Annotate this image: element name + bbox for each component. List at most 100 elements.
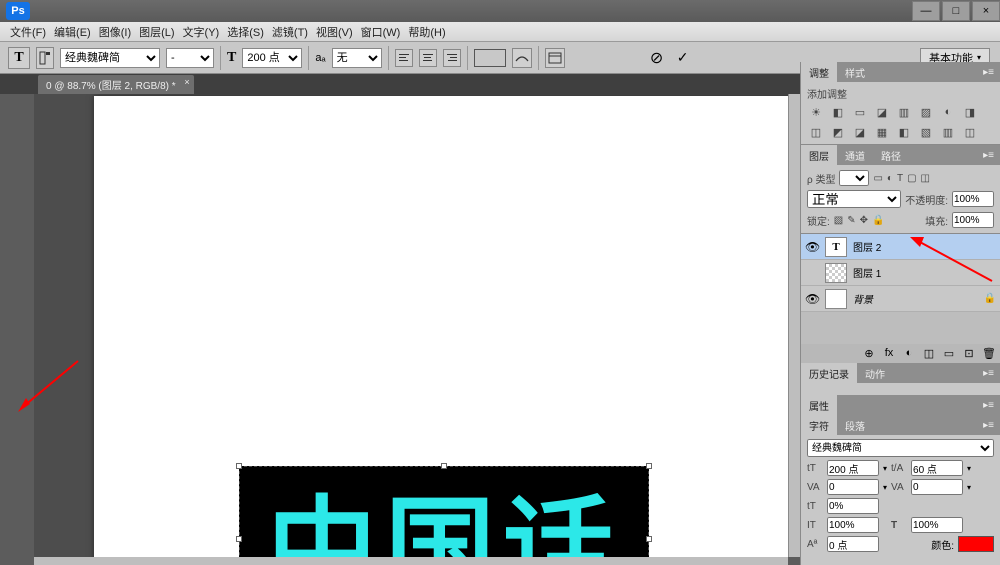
adj-curves[interactable]: ▭ (851, 104, 869, 120)
lock-all-icon[interactable]: 🔒 (872, 215, 884, 226)
panel-menu-icon[interactable]: ▸≡ (977, 150, 1000, 161)
adj-exposure[interactable]: ◪ (873, 104, 891, 120)
adj-lookup[interactable]: ◪ (851, 124, 869, 140)
layer-row[interactable]: 图层 1 (801, 260, 1000, 286)
scrollbar-horizontal[interactable] (34, 557, 788, 565)
tool-indicator[interactable]: T (8, 47, 30, 69)
font-size-select[interactable]: 200 点 (242, 48, 302, 68)
adj-invert[interactable]: ▦ (873, 124, 891, 140)
tab-layers[interactable]: 图层 (801, 145, 837, 166)
chevron-down-icon[interactable]: ▾ (967, 464, 971, 473)
panel-menu-icon[interactable]: ▸≡ (977, 67, 1000, 78)
tab-actions[interactable]: 动作 (857, 363, 893, 384)
chevron-down-icon[interactable]: ▾ (883, 483, 887, 492)
char-hscale-input[interactable] (911, 517, 963, 533)
layers-empty-area[interactable] (801, 312, 1000, 344)
adj-bw[interactable]: ◨ (961, 104, 979, 120)
blend-mode-select[interactable]: 正常 (807, 190, 901, 208)
handle-mid-left[interactable] (236, 536, 242, 542)
tab-styles[interactable]: 样式 (837, 62, 873, 83)
menu-select[interactable]: 选择(S) (227, 24, 264, 40)
close-button[interactable]: × (972, 1, 1000, 21)
tab-channels[interactable]: 通道 (837, 145, 873, 166)
new-fill-icon[interactable]: ◫ (922, 347, 936, 360)
layer-name[interactable]: 背景 (853, 291, 873, 306)
menu-image[interactable]: 图像(I) (99, 24, 131, 40)
align-center-button[interactable] (419, 49, 437, 67)
font-style-select[interactable]: - (166, 48, 214, 68)
layer-row[interactable]: 👁 背景 🔒 (801, 286, 1000, 312)
panel-menu-icon[interactable]: ▸≡ (977, 368, 1000, 379)
menu-type[interactable]: 文字(Y) (183, 24, 220, 40)
adj-brightness[interactable]: ☀ (807, 104, 825, 120)
character-panel-button[interactable] (545, 48, 565, 68)
align-right-button[interactable] (443, 49, 461, 67)
handle-top-mid[interactable] (441, 463, 447, 469)
font-family-select[interactable]: 经典魏碑简 (60, 48, 160, 68)
tab-adjustments[interactable]: 调整 (801, 62, 837, 83)
cancel-edits-button[interactable]: ⊘ (647, 48, 667, 68)
canvas-viewport[interactable]: 中国话 (34, 94, 788, 557)
char-baseline-input[interactable] (827, 536, 879, 552)
minimize-button[interactable]: — (912, 1, 940, 21)
new-layer-icon[interactable]: ⊡ (962, 347, 976, 360)
opacity-input[interactable] (952, 191, 994, 207)
layer-row[interactable]: 👁 T 图层 2 (801, 234, 1000, 260)
canvas[interactable]: 中国话 (94, 96, 788, 557)
layer-fx-icon[interactable]: fx (882, 347, 896, 360)
menu-layer[interactable]: 图层(L) (139, 24, 174, 40)
tab-paragraph[interactable]: 段落 (837, 415, 873, 436)
document-tab[interactable]: 0 @ 88.7% (图层 2, RGB/8) * × (38, 75, 194, 94)
lock-pos-icon[interactable]: ✥ (860, 215, 868, 226)
filter-adjust-icon[interactable]: ◐ (887, 173, 893, 184)
layer-name[interactable]: 图层 2 (853, 239, 881, 254)
fill-input[interactable] (952, 212, 994, 228)
layer-name[interactable]: 图层 1 (853, 265, 881, 280)
align-left-button[interactable] (395, 49, 413, 67)
panel-menu-icon[interactable]: ▸≡ (977, 400, 1000, 411)
antialias-select[interactable]: 无 (332, 48, 382, 68)
delete-layer-icon[interactable]: 🗑 (982, 347, 996, 360)
filter-kind-select[interactable] (839, 170, 869, 186)
filter-smart-icon[interactable]: ◫ (921, 173, 930, 184)
char-font-family[interactable]: 经典魏碑简 (807, 439, 994, 457)
visibility-icon[interactable]: 👁 (805, 292, 819, 306)
adj-mixer[interactable]: ◩ (829, 124, 847, 140)
adj-selcolor[interactable]: ◫ (961, 124, 979, 140)
filter-shape-icon[interactable]: ▢ (907, 173, 916, 184)
chevron-down-icon[interactable]: ▾ (967, 483, 971, 492)
filter-type-icon[interactable]: T (897, 173, 903, 184)
char-vscale-input[interactable] (827, 517, 879, 533)
filter-pixel-icon[interactable]: ▭ (873, 173, 882, 184)
adj-hue[interactable]: ▨ (917, 104, 935, 120)
handle-top-left[interactable] (236, 463, 242, 469)
tab-paths[interactable]: 路径 (873, 145, 909, 166)
char-leading-input[interactable] (911, 460, 963, 476)
add-mask-icon[interactable]: ◐ (902, 347, 916, 360)
handle-top-right[interactable] (646, 463, 652, 469)
adj-thresh[interactable]: ▧ (917, 124, 935, 140)
visibility-icon[interactable]: 👁 (805, 240, 819, 254)
adj-gradmap[interactable]: ▥ (939, 124, 957, 140)
text-orientation-button[interactable] (36, 47, 54, 69)
adj-vibrance[interactable]: ▥ (895, 104, 913, 120)
adj-photo[interactable]: ◫ (807, 124, 825, 140)
char-kerning-input[interactable] (827, 479, 879, 495)
adj-levels[interactable]: ◧ (829, 104, 847, 120)
link-layers-icon[interactable]: ⊕ (862, 347, 876, 360)
scrollbar-vertical[interactable] (788, 94, 800, 557)
char-tracking-input[interactable] (911, 479, 963, 495)
lock-trans-icon[interactable]: ▧ (834, 215, 843, 226)
canvas-text[interactable]: 中国话 (240, 467, 648, 557)
tab-character[interactable]: 字符 (801, 415, 837, 436)
new-group-icon[interactable]: ▭ (942, 347, 956, 360)
char-scale-input[interactable] (827, 498, 879, 514)
panel-menu-icon[interactable]: ▸≡ (977, 420, 1000, 431)
adj-poster[interactable]: ◧ (895, 124, 913, 140)
menu-file[interactable]: 文件(F) (10, 24, 46, 40)
handle-mid-right[interactable] (646, 536, 652, 542)
menu-edit[interactable]: 编辑(E) (54, 24, 91, 40)
close-tab-icon[interactable]: × (184, 77, 189, 87)
history-list[interactable] (801, 383, 1000, 395)
menu-view[interactable]: 视图(V) (316, 24, 353, 40)
